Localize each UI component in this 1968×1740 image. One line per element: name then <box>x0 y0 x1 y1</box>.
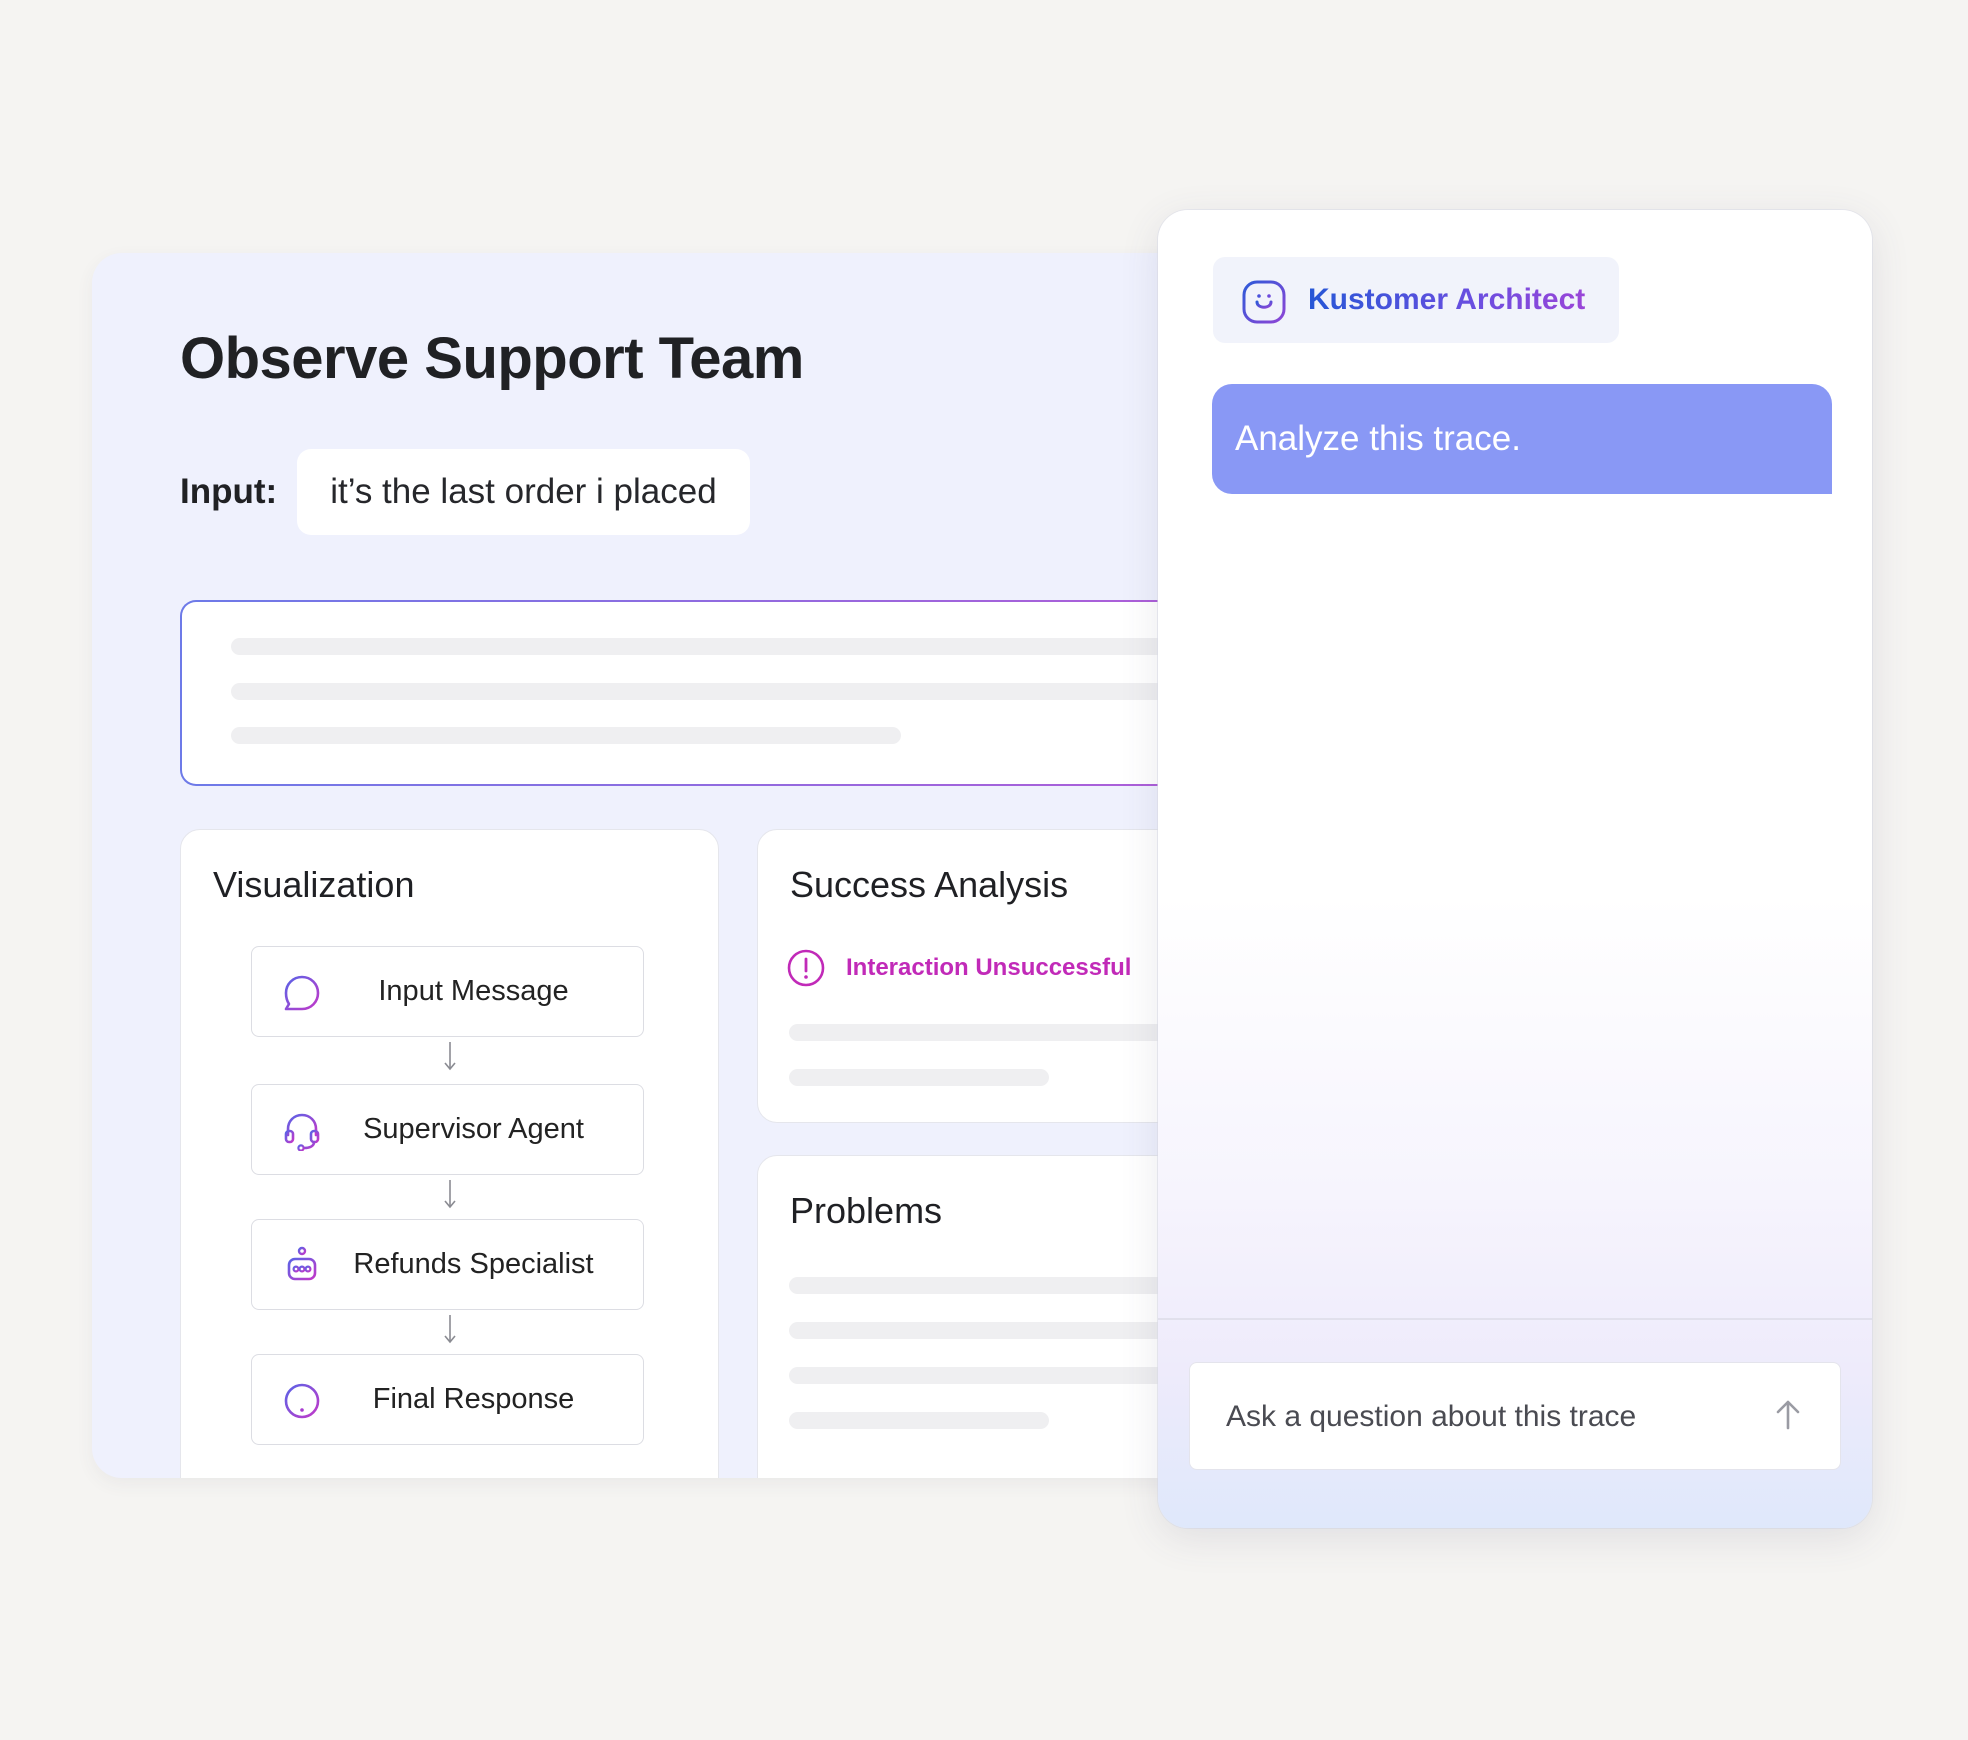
user-message-bubble: Analyze this trace. <box>1212 384 1832 494</box>
ask-question-input[interactable] <box>1224 1363 1748 1470</box>
assistant-name: Kustomer Architect <box>1308 283 1586 316</box>
flow-node-supervisor-agent[interactable]: Supervisor Agent <box>251 1084 644 1175</box>
success-analysis-title: Success Analysis <box>790 864 1069 905</box>
page-title: Observe Support Team <box>180 326 804 391</box>
input-value-chip: it’s the last order i placed <box>297 449 750 535</box>
alert-circle-icon <box>787 949 825 987</box>
arrow-down-icon <box>444 1042 456 1071</box>
alert-circle-icon <box>284 1383 320 1419</box>
skeleton-line <box>231 727 901 744</box>
arrow-down-icon <box>444 1180 456 1209</box>
robot-icon <box>282 1246 322 1281</box>
trace-output-box <box>180 600 1232 786</box>
chat-bubble-icon <box>284 975 320 1011</box>
skeleton-line <box>789 1069 1049 1086</box>
smiley-face-icon <box>1242 280 1286 324</box>
ask-question-field[interactable] <box>1189 1362 1841 1470</box>
status-badge: Interaction Unsuccessful <box>846 954 1132 981</box>
input-label: Input: <box>180 472 278 511</box>
arrow-up-icon[interactable] <box>1770 1397 1806 1433</box>
flow-node-input-message[interactable]: Input Message <box>251 946 644 1037</box>
visualization-title: Visualization <box>213 864 415 905</box>
status-row: Interaction Unsuccessful <box>786 948 1131 988</box>
problems-title: Problems <box>790 1190 943 1231</box>
chat-panel: Kustomer Architect Analyze this trace. <box>1158 210 1872 1528</box>
flow-node-refunds-specialist[interactable]: Refunds Specialist <box>251 1219 644 1310</box>
divider <box>1158 1318 1872 1320</box>
assistant-brand-chip: Kustomer Architect <box>1213 257 1619 343</box>
skeleton-line <box>789 1412 1049 1429</box>
arrow-down-icon <box>444 1315 456 1344</box>
skeleton-line <box>231 683 1232 700</box>
headset-icon <box>284 1113 320 1151</box>
skeleton-line <box>231 638 1232 655</box>
visualization-card: Visualization Input Message Supervisor A… <box>180 829 719 1478</box>
main-panel: Observe Support Team Input: it’s the las… <box>92 253 1232 1478</box>
flow-node-final-response[interactable]: Final Response <box>251 1354 644 1445</box>
input-row: Input: it’s the last order i placed <box>180 449 750 535</box>
